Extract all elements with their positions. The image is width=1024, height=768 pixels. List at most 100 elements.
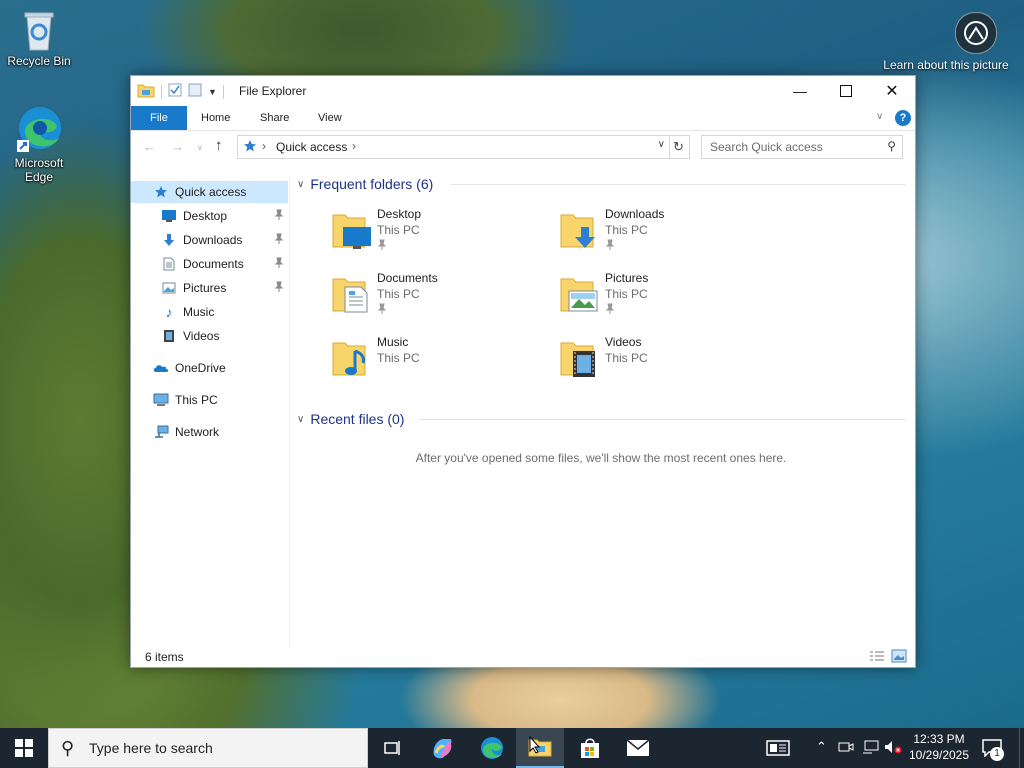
content-pane: ∨ Frequent folders (6) Desktop This PC D… xyxy=(291,171,911,641)
maximize-button[interactable] xyxy=(823,76,869,106)
minimize-button[interactable]: — xyxy=(777,76,823,106)
refresh-icon: ↻ xyxy=(673,139,684,154)
pin-icon xyxy=(377,239,387,254)
show-hidden-icons-chevron-icon[interactable]: ⌃ xyxy=(816,739,827,755)
help-icon[interactable]: ? xyxy=(895,110,911,126)
nav-label: This PC xyxy=(175,393,218,407)
taskbar-search-input[interactable]: ⚲ Type here to search xyxy=(48,728,368,768)
nav-item-desktop[interactable]: Desktop xyxy=(131,205,288,227)
desktop-icon xyxy=(161,208,177,224)
forward-arrow-icon[interactable]: → xyxy=(171,139,184,154)
nav-label: Videos xyxy=(183,329,220,343)
folder-tile-documents[interactable]: Documents This PC xyxy=(331,271,551,329)
nav-label: Pictures xyxy=(183,281,227,295)
volume-muted-icon[interactable] xyxy=(884,740,902,757)
minimize-icon: — xyxy=(793,83,807,99)
properties-icon[interactable] xyxy=(168,83,182,100)
tab-view[interactable]: View xyxy=(318,106,342,130)
window-title: File Explorer xyxy=(239,84,307,98)
learn-about-picture-icon[interactable] xyxy=(955,12,997,54)
search-input[interactable]: Search Quick access ⚲ xyxy=(701,135,903,159)
breadcrumb-chevron-icon[interactable]: › xyxy=(352,139,356,153)
large-icons-view-icon[interactable] xyxy=(891,649,907,666)
folder-location: This PC xyxy=(377,223,420,237)
downloads-icon xyxy=(161,232,177,248)
nav-item-music[interactable]: ♪ Music xyxy=(131,301,288,323)
navigation-pane: Quick access Desktop Downloads Documents… xyxy=(131,177,290,647)
learn-about-picture-label[interactable]: Learn about this picture xyxy=(872,58,1020,72)
microsoft-store-button[interactable] xyxy=(566,728,614,768)
nav-label: OneDrive xyxy=(175,361,226,375)
refresh-button[interactable]: ↻ xyxy=(668,135,690,159)
task-view-button[interactable] xyxy=(368,728,416,768)
recycle-bin-desktop-icon[interactable]: Recycle Bin xyxy=(1,8,77,68)
folder-tile-downloads[interactable]: Downloads This PC xyxy=(559,207,779,265)
folder-tile-desktop[interactable]: Desktop This PC xyxy=(331,207,551,265)
tab-share[interactable]: Share xyxy=(260,106,289,130)
network-status-icon[interactable] xyxy=(862,740,880,757)
breadcrumb-chevron-icon[interactable]: › xyxy=(262,139,266,153)
address-bar[interactable]: › Quick access › ∨ xyxy=(237,135,670,159)
nav-item-videos[interactable]: Videos xyxy=(131,325,288,347)
recent-locations-icon[interactable]: ∨ xyxy=(197,143,203,152)
section-divider xyxy=(419,419,906,420)
nav-item-quick-access[interactable]: Quick access xyxy=(131,181,288,203)
toolbar-divider xyxy=(161,84,162,99)
pin-icon xyxy=(274,281,284,296)
toolbar-divider xyxy=(222,84,224,99)
folder-name: Videos xyxy=(605,335,642,349)
ribbon-tabs: File Home Share View ∨ ? xyxy=(131,106,915,131)
breadcrumb-quick-access[interactable]: Quick access xyxy=(276,140,347,154)
pin-icon xyxy=(274,257,284,272)
customize-toolbar-icon[interactable]: ▼ xyxy=(208,87,217,97)
nav-item-documents[interactable]: Documents xyxy=(131,253,288,275)
quick-access-star-icon xyxy=(243,139,257,156)
copilot-button[interactable] xyxy=(418,728,466,768)
news-widget-button[interactable] xyxy=(754,728,802,768)
start-button[interactable] xyxy=(0,728,48,768)
edge-icon xyxy=(481,737,503,759)
folder-name: Music xyxy=(377,335,409,349)
up-arrow-icon[interactable]: ↑ xyxy=(215,137,223,154)
folder-tile-videos[interactable]: Videos This PC xyxy=(559,335,779,393)
taskbar: ⚲ Type here to search ⌃ 12:33 PM 10/29/2… xyxy=(0,728,1024,768)
folder-tile-pictures[interactable]: Pictures This PC xyxy=(559,271,779,329)
microsoft-edge-desktop-icon[interactable]: Microsoft Edge xyxy=(1,104,77,184)
recycle-bin-icon xyxy=(19,8,59,52)
nav-item-this-pc[interactable]: This PC xyxy=(131,389,288,411)
clock-date: 10/29/2025 xyxy=(908,748,970,762)
action-center-button[interactable]: 1 xyxy=(972,728,1012,768)
close-button[interactable]: ✕ xyxy=(869,76,915,106)
expand-ribbon-icon[interactable]: ∨ xyxy=(876,111,883,122)
folder-tile-music[interactable]: Music This PC xyxy=(331,335,551,393)
nav-item-downloads[interactable]: Downloads xyxy=(131,229,288,251)
meet-now-icon[interactable] xyxy=(838,740,854,757)
tab-file[interactable]: File xyxy=(131,106,187,130)
mail-button[interactable] xyxy=(614,728,662,768)
recent-files-header[interactable]: ∨ Recent files (0) xyxy=(297,409,404,429)
system-clock[interactable]: 12:33 PM 10/29/2025 xyxy=(904,731,974,763)
address-row: ← → ∨ ↑ › Quick access › ∨ ↻ Search Quic… xyxy=(131,131,915,163)
edge-taskbar-button[interactable] xyxy=(468,728,516,768)
file-explorer-window: ▼ File Explorer — ✕ File Home Share View… xyxy=(130,75,916,668)
frequent-folders-header[interactable]: ∨ Frequent folders (6) xyxy=(297,174,433,194)
new-folder-icon[interactable] xyxy=(188,83,202,100)
address-dropdown-icon[interactable]: ∨ xyxy=(658,139,665,150)
back-arrow-icon[interactable]: ← xyxy=(143,139,156,154)
nav-item-onedrive[interactable]: OneDrive xyxy=(131,357,288,379)
copilot-icon xyxy=(433,739,452,759)
computer-icon xyxy=(153,392,169,408)
nav-item-network[interactable]: Network xyxy=(131,421,288,443)
collapse-chevron-icon: ∨ xyxy=(297,178,305,190)
details-view-icon[interactable] xyxy=(869,650,885,665)
microsoft-edge-label: Microsoft Edge xyxy=(14,156,64,184)
folder-location: This PC xyxy=(377,351,420,365)
nav-item-pictures[interactable]: Pictures xyxy=(131,277,288,299)
title-bar[interactable]: ▼ File Explorer — ✕ xyxy=(131,76,915,106)
show-desktop-button[interactable] xyxy=(1019,728,1024,768)
tab-home[interactable]: Home xyxy=(201,106,230,130)
documents-icon xyxy=(161,256,177,272)
folder-location: This PC xyxy=(377,287,420,301)
videos-folder-icon xyxy=(559,337,601,379)
nav-label: Downloads xyxy=(183,233,243,247)
